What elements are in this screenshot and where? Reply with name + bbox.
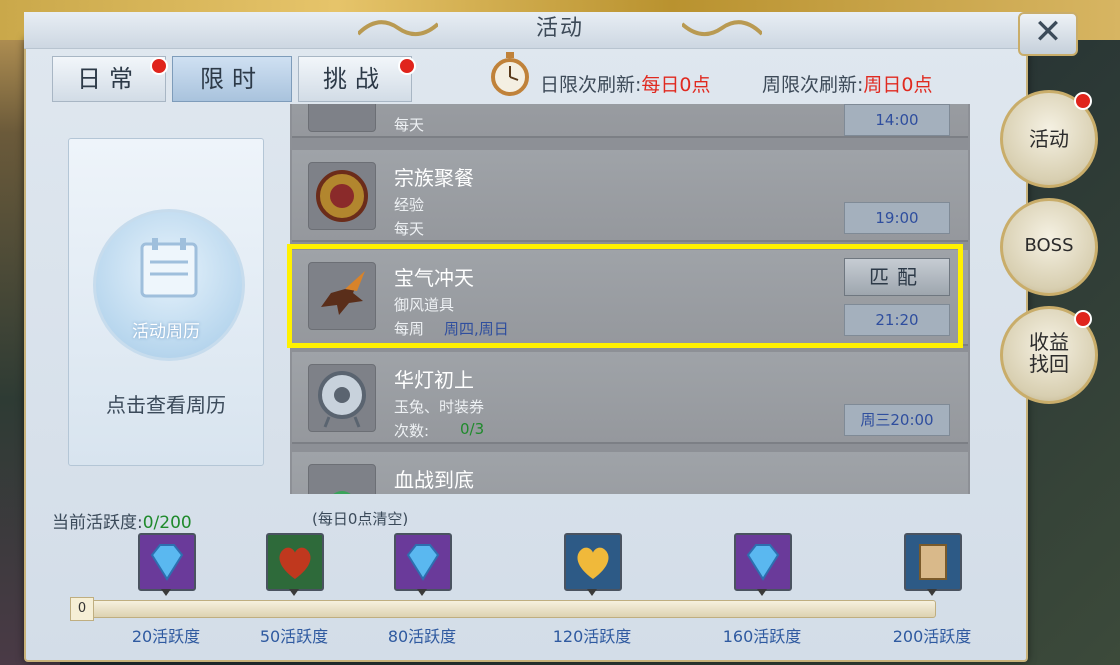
activity-reward: 玉兔、时装券 bbox=[394, 398, 485, 416]
red-heart-icon[interactable] bbox=[266, 533, 324, 591]
activity-points-value: 0/200 bbox=[142, 513, 192, 533]
activity-time: 14:00 bbox=[844, 104, 950, 136]
activity-points-label: 当前活跃度: bbox=[52, 513, 143, 533]
milestone-pointer bbox=[417, 589, 427, 596]
milestone-pointer bbox=[289, 589, 299, 596]
activity-frequency: 每天 bbox=[394, 220, 425, 238]
tab-challenge-label: 挑战 bbox=[323, 65, 387, 93]
activity-frequency: 次数: bbox=[394, 422, 430, 440]
milestone-label: 160活跃度 bbox=[722, 627, 802, 646]
feast-pot-icon bbox=[308, 162, 376, 230]
milestone-pointer bbox=[757, 589, 767, 596]
activity-count: 0/3 bbox=[460, 420, 485, 438]
daily-refresh-label: 日限次刷新: bbox=[540, 74, 642, 96]
activity-time: 19:00 bbox=[844, 202, 950, 234]
side-button-recover-label: 收益找回 bbox=[1029, 330, 1069, 376]
close-icon: ✕ bbox=[1033, 12, 1063, 52]
tab-daily-badge bbox=[150, 57, 168, 75]
blue-diamond-icon[interactable] bbox=[138, 533, 196, 591]
list-item[interactable]: 宗族聚餐 经验 每天 19:00 bbox=[292, 150, 968, 242]
tab-daily-label: 日常 bbox=[77, 65, 141, 93]
weekly-refresh-label: 周限次刷新: bbox=[762, 74, 864, 96]
milestone-pointer bbox=[161, 589, 171, 596]
milestone-pointer bbox=[587, 589, 597, 596]
activity-thumbnail-icon bbox=[308, 104, 376, 132]
scroll-icon[interactable] bbox=[904, 533, 962, 591]
blue-diamond-icon[interactable] bbox=[734, 533, 792, 591]
milestone-label: 200活跃度 bbox=[892, 627, 972, 646]
clear-note: (每日0点清空) bbox=[312, 510, 409, 528]
weekly-refresh-info: 周限次刷新:周日0点 bbox=[762, 70, 933, 97]
activity-time: 周三20:00 bbox=[844, 404, 950, 436]
side-button-recover-badge bbox=[1074, 310, 1092, 328]
tab-limited-label: 限时 bbox=[200, 65, 264, 93]
milestone-label: 120活跃度 bbox=[552, 627, 632, 646]
activity-reward: 经验 bbox=[394, 196, 425, 214]
activity-name: 华灯初上 bbox=[394, 368, 474, 392]
activity-frequency: 每天 bbox=[394, 116, 425, 134]
blue-diamond-icon[interactable] bbox=[394, 533, 452, 591]
tab-daily[interactable]: 日常 bbox=[52, 56, 166, 102]
side-button-activity-label: 活动 bbox=[1029, 127, 1069, 151]
daily-refresh-value: 每日0点 bbox=[641, 74, 711, 96]
tab-limited[interactable]: 限时 bbox=[172, 56, 292, 102]
highlighted-activity-frame bbox=[287, 244, 963, 348]
gold-heart-icon[interactable] bbox=[564, 533, 622, 591]
clock-icon bbox=[491, 52, 529, 96]
activity-thumbnail-icon bbox=[308, 464, 376, 494]
activity-name: 血战到底 bbox=[394, 468, 474, 492]
activity-progress-bar bbox=[76, 600, 936, 618]
side-button-activity-badge bbox=[1074, 92, 1092, 110]
side-button-boss[interactable]: BOSS bbox=[1000, 198, 1098, 296]
activity-points-info: 当前活跃度:0/200 bbox=[52, 508, 192, 533]
list-item[interactable]: 血战到底 bbox=[292, 452, 968, 494]
lantern-wheel-icon bbox=[308, 364, 376, 432]
calendar-icon-label: 活动周历 bbox=[132, 322, 200, 342]
list-item[interactable]: 每天 14:00 bbox=[292, 104, 968, 138]
milestone-label: 50活跃度 bbox=[259, 627, 329, 646]
calendar-caption: 点击查看周历 bbox=[106, 393, 226, 417]
weekly-calendar-card[interactable]: 活动周历 点击查看周历 bbox=[68, 138, 264, 466]
milestone-label: 20活跃度 bbox=[131, 627, 201, 646]
side-button-boss-label: BOSS bbox=[1024, 235, 1074, 256]
daily-refresh-info: 日限次刷新:每日0点 bbox=[540, 70, 711, 97]
milestone-label: 80活跃度 bbox=[387, 627, 457, 646]
milestone-pointer bbox=[927, 589, 937, 596]
activity-name: 宗族聚餐 bbox=[394, 166, 474, 190]
list-item[interactable]: 华灯初上 玉兔、时装券 次数: 0/3 周三20:00 bbox=[292, 352, 968, 444]
window-title: 活动 bbox=[535, 16, 584, 41]
close-button[interactable]: ✕ bbox=[1018, 12, 1078, 56]
tab-challenge[interactable]: 挑战 bbox=[298, 56, 412, 102]
tab-challenge-badge bbox=[398, 57, 416, 75]
progress-start-value: 0 bbox=[70, 597, 94, 621]
weekly-refresh-value: 周日0点 bbox=[863, 74, 933, 96]
